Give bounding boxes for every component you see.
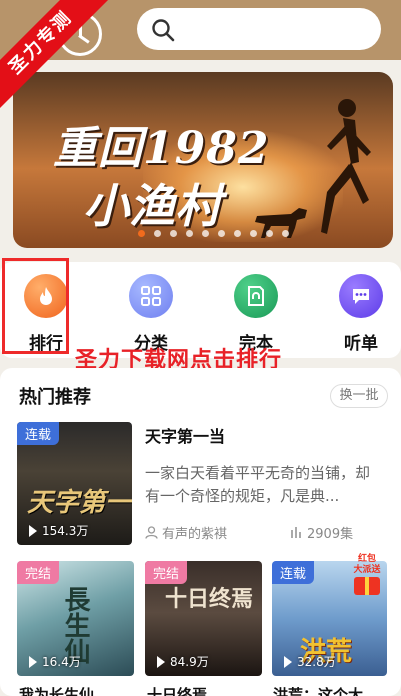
ribbon-text: 圣力专测 <box>0 0 114 116</box>
narrator: 有声的紫褀 <box>145 523 227 542</box>
banner-dot[interactable] <box>170 230 177 237</box>
status-badge: 连载 <box>272 561 315 584</box>
search-bar[interactable] <box>137 8 381 50</box>
banner-dot[interactable] <box>234 230 241 237</box>
banner-dot[interactable] <box>266 230 273 237</box>
episode-count: 2909集 <box>290 523 353 542</box>
book-title[interactable]: 十日终焉 <box>147 684 207 696</box>
featured-book-title[interactable]: 天字第一当 <box>145 423 225 447</box>
chat-icon <box>339 274 383 318</box>
banner-dot[interactable] <box>202 230 209 237</box>
play-count-value: 32.8万 <box>297 655 336 669</box>
book-title[interactable]: 我为长生仙 <box>19 684 94 696</box>
cover-art-text: 十日终焉 <box>165 586 254 612</box>
book-cover[interactable]: 完结 長生仙 16.4万 <box>17 561 134 676</box>
play-count: 154.3万 <box>29 522 88 539</box>
hot-recommend-section: 热门推荐 换一批 连载 天字第一 154.3万 天字第一当 一家白天看着平平无奇… <box>0 368 401 696</box>
play-count: 32.8万 <box>284 653 336 670</box>
cover-art-text: 天字第一 <box>27 488 132 518</box>
banner-dot[interactable] <box>154 230 161 237</box>
book-title[interactable]: 洪荒：这个大 <box>273 684 363 696</box>
test-ribbon: 圣力专测 <box>0 0 120 120</box>
red-envelope-badge[interactable]: 红包 大派送 <box>345 554 389 598</box>
play-icon <box>29 655 37 668</box>
play-count-value: 16.4万 <box>42 655 81 669</box>
play-count-value: 84.9万 <box>170 655 209 669</box>
play-icon <box>157 655 165 668</box>
section-title: 热门推荐 <box>19 387 91 408</box>
narrator-name: 有声的紫褀 <box>162 527 228 542</box>
person-icon <box>145 526 158 539</box>
swap-batch-button[interactable]: 换一批 <box>330 384 388 408</box>
book-cover[interactable]: 完结 十日终焉 84.9万 <box>145 561 262 676</box>
banner-dot[interactable] <box>250 230 257 237</box>
status-badge: 完结 <box>17 561 60 584</box>
episode-count-value: 2909集 <box>307 527 354 542</box>
runner-silhouette <box>321 99 371 234</box>
banner-title-line1: 重回1982 <box>53 123 270 174</box>
gift-badge-text: 红包 大派送 <box>353 554 381 575</box>
search-icon <box>152 19 175 42</box>
play-count-value: 154.3万 <box>42 524 89 538</box>
gift-icon <box>354 577 380 595</box>
bars-icon <box>291 527 301 538</box>
play-count: 16.4万 <box>29 653 81 670</box>
banner-title: 重回1982 小渔村 <box>53 112 269 236</box>
banner-dot[interactable] <box>186 230 193 237</box>
category-listen-list-label: 听单 <box>344 334 378 354</box>
grid-icon <box>129 274 173 318</box>
play-icon <box>29 524 37 537</box>
banner-dot[interactable] <box>282 230 289 237</box>
play-icon <box>284 655 292 668</box>
book-icon <box>234 274 278 318</box>
banner-pagination[interactable] <box>138 230 289 237</box>
rank-highlight-box <box>2 258 69 354</box>
banner-dot[interactable] <box>218 230 225 237</box>
featured-book-cover[interactable]: 连载 天字第一 154.3万 <box>17 422 132 545</box>
banner-dot[interactable] <box>138 230 145 237</box>
banner-title-line2: 小渔村 <box>83 179 221 233</box>
status-badge: 连载 <box>17 422 60 445</box>
category-listen-list[interactable]: 听单 <box>326 274 396 354</box>
featured-book-description: 一家白天看着平平无奇的当铺，却有一个奇怪的规矩，凡是典... <box>145 464 371 505</box>
play-count: 84.9万 <box>157 653 209 670</box>
